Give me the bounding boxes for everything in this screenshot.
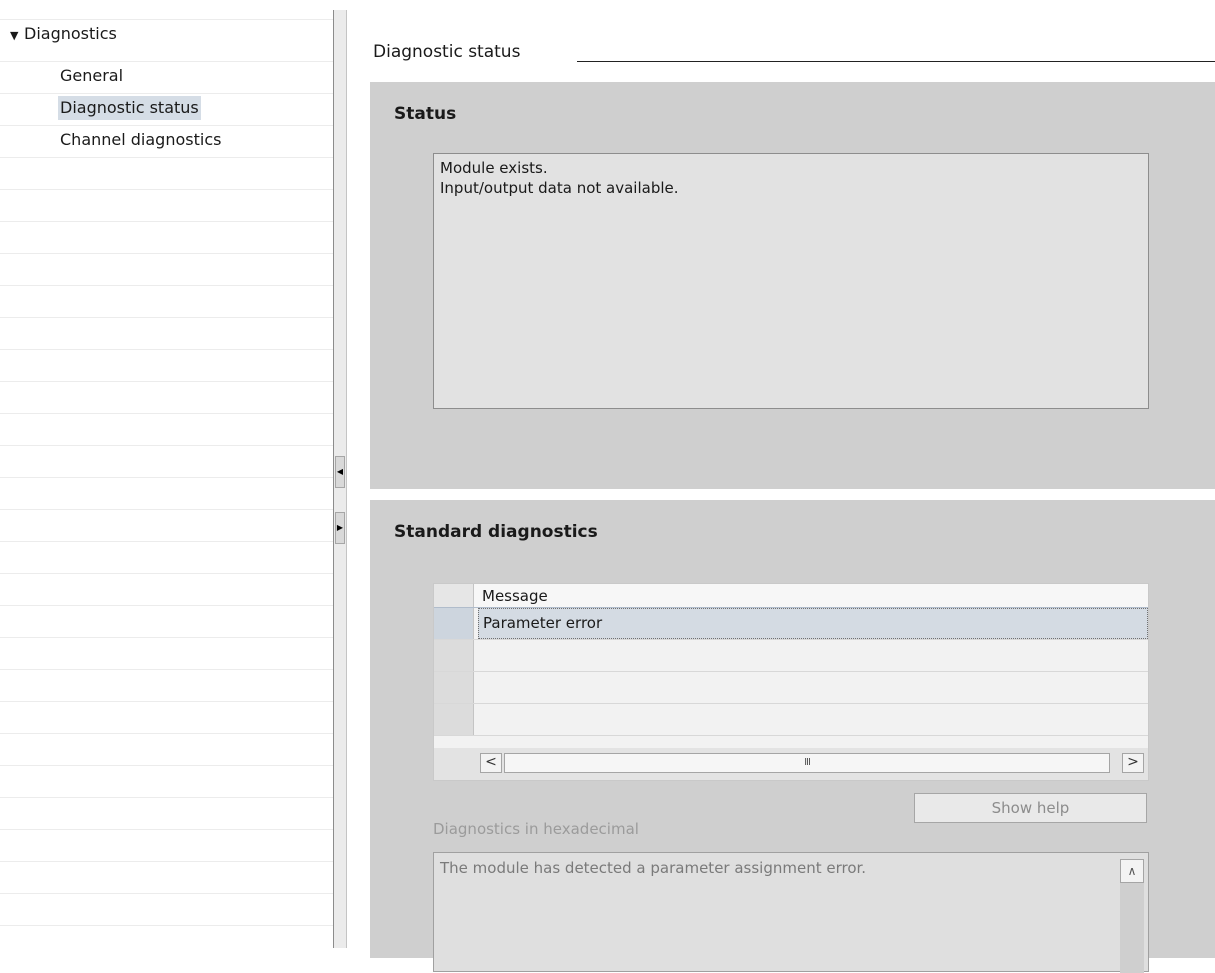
tree-item-general[interactable]: General [58, 64, 125, 88]
standard-diagnostics-panel: Standard diagnostics Message Parameter e… [370, 500, 1215, 973]
content-area: Diagnostic status Status Module exists. … [347, 10, 1215, 973]
arrow-right-icon[interactable]: ▶ [335, 512, 345, 544]
table-row[interactable] [434, 672, 1148, 704]
row-header-cell[interactable] [434, 672, 474, 703]
status-line: Input/output data not available. [440, 179, 679, 197]
row-header-cell[interactable] [434, 608, 474, 639]
message-cell[interactable] [478, 640, 1148, 671]
horizontal-scrollbar[interactable]: < III > [434, 748, 1148, 780]
caret-down-icon[interactable]: ▼ [10, 24, 24, 48]
arrow-left-icon[interactable]: ◀ [335, 456, 345, 488]
table-row[interactable] [434, 704, 1148, 736]
message-table[interactable]: Message Parameter error < III > [433, 583, 1149, 781]
hex-diagnostics-label: Diagnostics in hexadecimal [433, 820, 639, 838]
row-header-cell[interactable] [434, 640, 474, 671]
tree-item-channel-diagnostics[interactable]: Channel diagnostics [58, 128, 223, 152]
tree-node-label: Diagnostics [24, 24, 117, 43]
message-cell[interactable] [478, 704, 1148, 735]
status-line: Module exists. [440, 159, 548, 177]
chevron-right-icon[interactable]: > [1122, 753, 1144, 773]
tree-node-diagnostics[interactable]: ▼ Diagnostics [10, 22, 117, 48]
table-row[interactable] [434, 640, 1148, 672]
status-panel: Status Module exists. Input/output data … [370, 82, 1215, 489]
message-cell[interactable] [478, 672, 1148, 703]
navigation-tree: ▼ Diagnostics General Diagnostic status C… [0, 10, 333, 948]
standard-diagnostics-title: Standard diagnostics [394, 522, 598, 542]
row-header-cell[interactable] [434, 704, 474, 735]
message-cell[interactable]: Parameter error [478, 608, 1148, 639]
hex-diagnostics-text: The module has detected a parameter assi… [440, 859, 867, 877]
status-panel-title: Status [394, 104, 457, 124]
column-header-message[interactable]: Message [478, 584, 1148, 607]
pane-splitter[interactable]: ◀ ▶ [333, 10, 347, 948]
vertical-scrollbar[interactable]: ∧ [1120, 859, 1144, 973]
section-divider [577, 61, 1215, 62]
chevron-up-icon[interactable]: ∧ [1120, 859, 1144, 883]
row-header-cell [434, 584, 474, 607]
scrollbar-thumb[interactable]: III [504, 753, 1110, 773]
show-help-button[interactable]: Show help [914, 793, 1147, 823]
hex-diagnostics-box[interactable]: The module has detected a parameter assi… [433, 852, 1149, 973]
table-row[interactable]: Parameter error [434, 608, 1148, 640]
chevron-left-icon[interactable]: < [480, 753, 502, 773]
section-title: Diagnostic status [373, 42, 529, 62]
table-header: Message [434, 584, 1148, 608]
status-text-box[interactable]: Module exists. Input/output data not ava… [433, 153, 1149, 409]
tree-item-diagnostic-status[interactable]: Diagnostic status [58, 96, 201, 120]
